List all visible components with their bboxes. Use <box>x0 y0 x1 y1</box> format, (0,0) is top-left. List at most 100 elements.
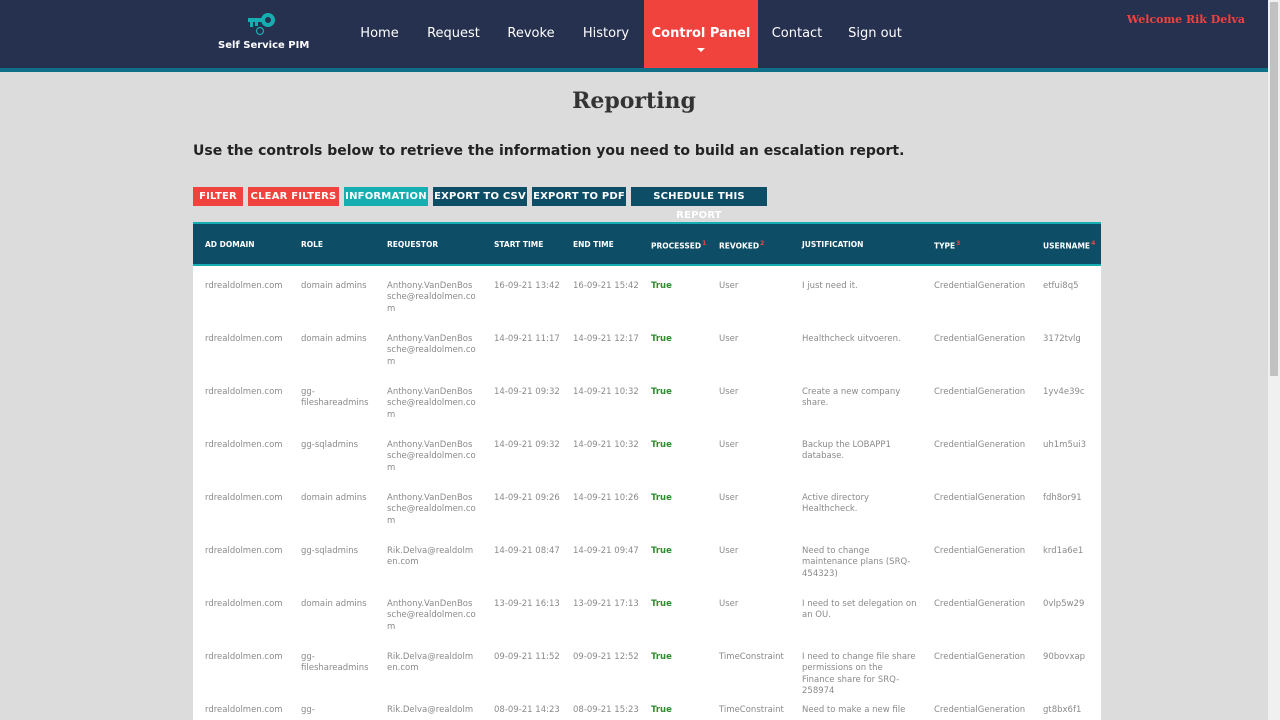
clear-filters-button[interactable]: CLEAR FILTERS <box>248 187 339 206</box>
header-requestor[interactable]: REQUESTOR <box>387 240 438 249</box>
header-start-time[interactable]: START TIME <box>494 240 543 249</box>
cell-type: CredentialGeneration <box>934 599 1026 609</box>
cell-ad-domain: rdrealdolmen.com <box>205 387 283 397</box>
cell-username: gt8bx6f1 <box>1043 705 1082 715</box>
cell-processed: True <box>651 705 672 715</box>
cell-justification-line: I need to set delegation on <box>802 599 917 609</box>
header-type-note: 3 <box>956 240 961 247</box>
cell-revoked: User <box>719 546 739 556</box>
cell-start-time: 09-09-21 11:52 <box>494 652 560 662</box>
cell-justification-line: Finance share for SRQ- <box>802 674 900 685</box>
cell-role-line: fileshareadmins <box>301 663 369 674</box>
cell-justification-line: Backup the LOBAPP1 <box>802 440 891 450</box>
header-role[interactable]: ROLE <box>301 240 323 249</box>
cell-ad-domain: rdrealdolmen.com <box>205 546 283 556</box>
information-button[interactable]: INFORMATION <box>344 187 428 206</box>
nav-history[interactable]: History <box>576 0 636 68</box>
cell-role: gg-fileshareadmins <box>301 387 381 410</box>
table-row: rdrealdolmen.com domain admins Anthony.Van… <box>193 322 1101 375</box>
nav-control-panel-label: Control Panel <box>651 26 751 41</box>
cell-end-time: 14-09-21 12:17 <box>573 334 639 344</box>
header-revoked-label: REVOKED <box>719 241 760 251</box>
cell-requestor-line: sche@realdolmen.co <box>387 610 476 621</box>
cell-justification-line: database. <box>802 451 845 462</box>
cell-revoked: User <box>719 387 739 397</box>
nav-home[interactable]: Home <box>352 0 407 68</box>
cell-requestor-line: m <box>387 462 396 473</box>
cell-role: gg-fileshareadmins <box>301 652 381 675</box>
table-row: rdrealdolmen.com gg-fileshareadmins Rik.De… <box>193 640 1101 696</box>
cell-requestor-line: m <box>387 409 396 420</box>
report-table: AD DOMAIN ROLE REQUESTOR START TIME END … <box>193 222 1101 720</box>
cell-requestor-line: m <box>387 621 396 632</box>
nav-sign-out[interactable]: Sign out <box>844 0 906 68</box>
cell-requestor-line: en.com <box>387 557 419 568</box>
header-username-note: 4 <box>1091 240 1096 247</box>
cell-end-time: 14-09-21 10:32 <box>573 387 639 397</box>
cell-requestor-line: sche@realdolmen.co <box>387 451 476 462</box>
cell-requestor: Anthony.VanDenBos sche@realdolmen.co m <box>387 387 487 421</box>
cell-processed: True <box>651 493 672 503</box>
cell-justification-line: Need to make a new file <box>802 705 906 715</box>
caret-down-icon <box>697 48 705 52</box>
cell-requestor: Rik.Delva@realdolm en.com <box>387 652 487 675</box>
scrollbar-thumb[interactable] <box>1270 2 1278 376</box>
cell-username: 90bovxap <box>1043 652 1086 662</box>
cell-start-time: 14-09-21 11:17 <box>494 334 560 344</box>
cell-processed: True <box>651 652 672 662</box>
cell-revoked: User <box>719 599 739 609</box>
cell-ad-domain: rdrealdolmen.com <box>205 599 283 609</box>
page-scrollbar[interactable] <box>1268 0 1280 720</box>
header-username[interactable]: USERNAME4 <box>1043 240 1095 251</box>
header-ad-domain[interactable]: AD DOMAIN <box>205 240 255 249</box>
cell-end-time: 08-09-21 15:23 <box>573 705 639 715</box>
export-pdf-button[interactable]: EXPORT TO PDF <box>532 187 626 206</box>
table-row: rdrealdolmen.com domain admins Anthony.Van… <box>193 269 1101 322</box>
app-logo[interactable]: Self Service PIM <box>218 10 309 51</box>
cell-requestor-line: m <box>387 303 396 314</box>
header-processed-label: PROCESSED <box>651 241 702 251</box>
cell-processed: True <box>651 334 672 344</box>
cell-requestor-line: sche@realdolmen.co <box>387 292 476 303</box>
cell-start-time: 08-09-21 14:23 <box>494 705 560 715</box>
nav-contact[interactable]: Contact <box>766 0 828 68</box>
cell-justification-line: share. <box>802 398 829 409</box>
cell-type: CredentialGeneration <box>934 281 1026 291</box>
header-processed[interactable]: PROCESSED1 <box>651 240 706 251</box>
table-header: AD DOMAIN ROLE REQUESTOR START TIME END … <box>193 222 1101 266</box>
cell-ad-domain: rdrealdolmen.com <box>205 440 283 450</box>
cell-requestor-line: Rik.Delva@realdolm <box>387 705 474 715</box>
cell-justification: Healthcheck uitvoeren. <box>802 334 930 345</box>
cell-role: gg-sqladmins <box>301 546 359 556</box>
nav-control-panel[interactable]: Control Panel <box>644 0 758 68</box>
cell-requestor-line: Anthony.VanDenBos <box>387 334 473 344</box>
cell-ad-domain: rdrealdolmen.com <box>205 705 283 715</box>
cell-revoked: User <box>719 440 739 450</box>
cell-end-time: 09-09-21 12:52 <box>573 652 639 662</box>
nav-revoke[interactable]: Revoke <box>502 0 560 68</box>
table-row: rdrealdolmen.com gg- Rik.Delva@realdolm 08-… <box>193 693 1101 720</box>
export-csv-button[interactable]: EXPORT TO CSV <box>433 187 527 206</box>
nav-request[interactable]: Request <box>422 0 485 68</box>
filter-button[interactable]: FILTER <box>193 187 243 206</box>
header-justification[interactable]: JUSTIFICATION <box>802 240 863 249</box>
cell-justification-line: an OU. <box>802 610 831 621</box>
cell-justification: Create a new company share. <box>802 387 930 410</box>
cell-justification: Need to change maintenance plans (SRQ- 454… <box>802 546 930 580</box>
cell-role: gg- <box>301 705 381 716</box>
cell-requestor: Rik.Delva@realdolm <box>387 705 487 716</box>
cell-type: CredentialGeneration <box>934 546 1026 556</box>
cell-start-time: 14-09-21 08:47 <box>494 546 560 556</box>
cell-ad-domain: rdrealdolmen.com <box>205 281 283 291</box>
cell-requestor-line: Anthony.VanDenBos <box>387 281 473 291</box>
header-revoked[interactable]: REVOKED2 <box>719 240 764 251</box>
cell-username: etfui8q5 <box>1043 281 1079 291</box>
cell-role: domain admins <box>301 281 367 291</box>
cell-role: domain admins <box>301 493 367 503</box>
schedule-report-button[interactable]: SCHEDULE THIS REPORT <box>631 187 767 221</box>
cell-processed: True <box>651 387 672 397</box>
cell-justification-line: maintenance plans (SRQ- <box>802 557 911 568</box>
cell-requestor: Anthony.VanDenBos sche@realdolmen.co m <box>387 599 487 633</box>
header-end-time[interactable]: END TIME <box>573 240 614 249</box>
header-type[interactable]: TYPE3 <box>934 240 960 251</box>
